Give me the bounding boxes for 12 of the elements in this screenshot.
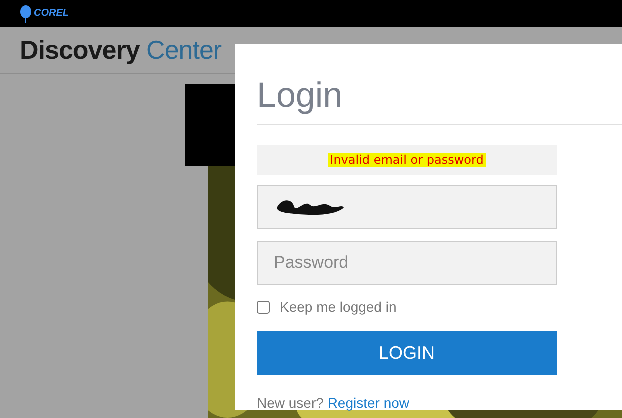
error-message: Invalid email or password [328,153,486,167]
keep-logged-in-checkbox[interactable] [257,300,270,314]
new-user-text: New user? [257,395,324,411]
password-field[interactable]: Password [257,241,557,285]
keep-logged-in-label: Keep me logged in [280,299,397,315]
logo-text: COREL [34,8,69,19]
register-link[interactable]: Register now [328,395,410,411]
balloon-icon [20,4,32,22]
dialog-title: Login [257,76,344,116]
email-field[interactable] [257,185,557,229]
site-title: Discovery Center [20,34,222,66]
login-button[interactable]: LOGIN [257,331,557,375]
